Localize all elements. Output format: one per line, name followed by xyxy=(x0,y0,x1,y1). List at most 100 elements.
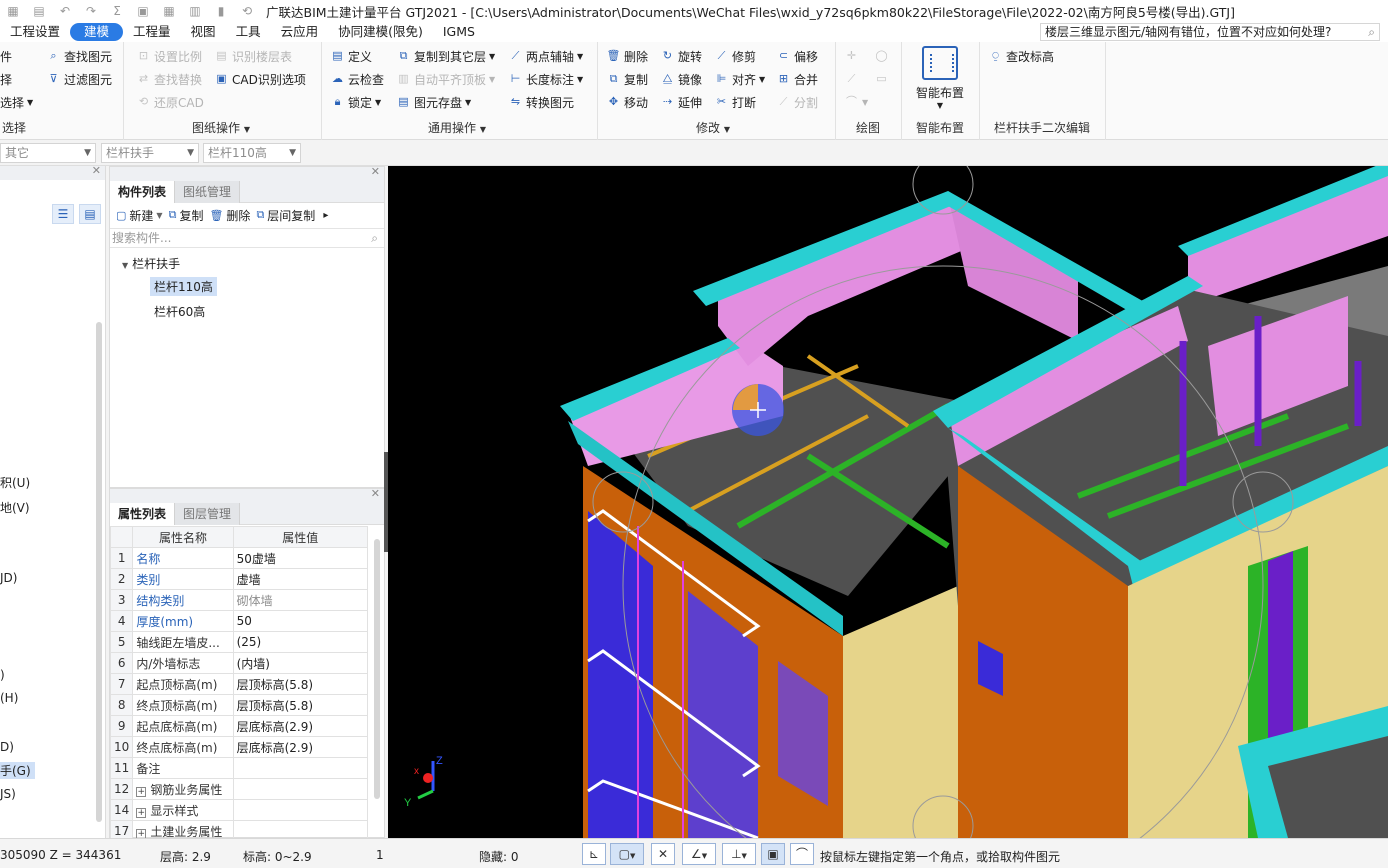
property-row[interactable]: 14 + 显示样式 xyxy=(109,799,369,821)
tree-item[interactable]: JS) xyxy=(0,787,16,801)
menu-modeling[interactable]: 建模 xyxy=(70,23,124,41)
tree-item[interactable]: (H) xyxy=(0,691,18,705)
menu-view[interactable]: 视图 xyxy=(181,23,226,41)
delete-component-button[interactable]: 🗑︎ 删除 xyxy=(209,207,250,224)
break-button[interactable]: ✂ 打断 xyxy=(714,92,756,112)
set-scale-button[interactable]: ⊡ 设置比例 xyxy=(136,46,202,66)
split-button[interactable]: ⟋ 分割 xyxy=(776,92,818,112)
sum-icon[interactable]: Σ xyxy=(109,4,125,18)
property-value[interactable] xyxy=(232,778,369,800)
expand-icon[interactable]: + xyxy=(136,807,147,818)
property-row[interactable]: 11 备注 xyxy=(109,757,369,779)
property-row[interactable]: 8 终点顶标高(m) 层顶标高(5.8) xyxy=(109,694,369,716)
copy-component-button[interactable]: ⧉ 复制 xyxy=(169,207,204,224)
layer-icon[interactable]: ▥ xyxy=(187,4,203,18)
define-button[interactable]: ▤ 定义 xyxy=(330,46,372,66)
property-row[interactable]: 6 内/外墙标志 (内墙) xyxy=(109,652,369,674)
search-icon[interactable]: ⌕ xyxy=(1368,24,1375,40)
tree-item[interactable]: 积(U) xyxy=(0,474,30,491)
tree-item-railing-60[interactable]: 栏杆60高 xyxy=(154,303,205,320)
smart-layout-button[interactable]: 智能布置 ▼ xyxy=(908,46,972,110)
scrollbar[interactable] xyxy=(374,539,380,799)
lock-button[interactable]: 🔒︎ 锁定 ▼ xyxy=(330,92,382,112)
tree-item-railing-110[interactable]: 栏杆110高 xyxy=(150,277,217,296)
property-value[interactable]: 虚墙 xyxy=(232,568,369,590)
save-icon[interactable]: ▤ xyxy=(31,4,47,18)
new-component-button[interactable]: ▢ 新建 ▼ xyxy=(116,207,163,224)
arc-toggle[interactable]: ⌒ xyxy=(790,843,814,865)
tab-drawing-manage[interactable]: 图纸管理 xyxy=(175,181,241,203)
menu-collab[interactable]: 协同建模(限免) xyxy=(328,23,433,41)
column-icon[interactable]: ▮ xyxy=(213,4,229,18)
help-search-box[interactable]: 楼层三维显示图元/轴网有错位，位置不对应如何处理? ⌕ xyxy=(1040,23,1380,41)
property-value[interactable]: 50虚墙 xyxy=(232,547,369,569)
property-value[interactable] xyxy=(232,757,369,779)
select-button-1[interactable]: 件 xyxy=(0,46,12,66)
close-icon[interactable]: ✕ xyxy=(92,164,101,177)
property-value[interactable]: 层底标高(2.9) xyxy=(232,736,369,758)
property-value[interactable]: 层底标高(2.9) xyxy=(232,715,369,737)
restore-cad-button[interactable]: ⟲ 还原CAD xyxy=(136,92,204,112)
tab-layer-manage[interactable]: 图层管理 xyxy=(175,503,241,525)
batch-select-button[interactable]: 选择 ▼ xyxy=(0,92,33,112)
merge-button[interactable]: ⊞ 合并 xyxy=(776,69,818,89)
property-row[interactable]: 12 + 钢筋业务属性 xyxy=(109,778,369,800)
component-search-input[interactable]: 搜索构件... ⌕ xyxy=(110,228,384,248)
tree-parent-railing[interactable]: ▼ 栏杆扶手 xyxy=(122,255,180,272)
angle-toggle[interactable]: ∠▼ xyxy=(682,843,716,865)
sync-icon[interactable]: ⟲ xyxy=(239,4,255,18)
redo-icon[interactable]: ↷ xyxy=(83,4,99,18)
display-toggle[interactable]: ▣ xyxy=(761,843,785,865)
tree-item[interactable]: ) xyxy=(0,668,5,682)
offset-button[interactable]: ⊂ 偏移 xyxy=(776,46,818,66)
delete-button[interactable]: 🗑︎ 删除 xyxy=(606,46,649,66)
check-elevation-button[interactable]: ⍜ 查改标高 xyxy=(988,46,1054,66)
find-element-button[interactable]: ⌕ 查找图元 xyxy=(46,46,112,66)
length-dimension-button[interactable]: ⊢ 长度标注 ▼ xyxy=(508,69,583,89)
property-row[interactable]: 7 起点顶标高(m) 层顶标高(5.8) xyxy=(109,673,369,695)
undo-icon[interactable]: ↶ xyxy=(57,4,73,18)
align-button[interactable]: ⊫ 对齐 ▼ xyxy=(714,69,765,89)
draw-arc-button[interactable]: ⌒ ▼ xyxy=(844,92,868,112)
expand-icon[interactable]: + xyxy=(136,786,147,797)
property-value[interactable] xyxy=(232,799,369,821)
property-value[interactable]: (25) xyxy=(232,631,369,653)
cad-options-button[interactable]: ▣ CAD识别选项 xyxy=(214,69,306,89)
element-save-button[interactable]: ▤ 图元存盘 ▼ xyxy=(396,92,471,112)
property-value[interactable]: 50 xyxy=(232,610,369,632)
property-row[interactable]: 9 起点底标高(m) 层底标高(2.9) xyxy=(109,715,369,737)
menu-project-settings[interactable]: 工程设置 xyxy=(0,23,70,41)
property-row[interactable]: 5 轴线距左墙皮... (25) xyxy=(109,631,369,653)
more-icon[interactable]: ▸ xyxy=(323,210,328,221)
tree-item[interactable]: D) xyxy=(0,740,14,754)
draw-point-button[interactable]: ✛ xyxy=(844,46,862,66)
search-icon[interactable]: ⌕ xyxy=(371,229,378,247)
menu-quantity[interactable]: 工程量 xyxy=(123,23,181,41)
convert-element-button[interactable]: ⇋ 转换图元 xyxy=(508,92,574,112)
menu-cloud[interactable]: 云应用 xyxy=(271,23,329,41)
close-icon[interactable]: ✕ xyxy=(371,487,380,500)
report-icon[interactable]: ▣ xyxy=(135,4,151,18)
component-select[interactable]: 栏杆110高 ▼ xyxy=(203,143,301,163)
menu-tools[interactable]: 工具 xyxy=(226,23,271,41)
auto-align-slab-button[interactable]: ▥ 自动平齐顶板 ▼ xyxy=(396,69,495,89)
property-value[interactable]: 砌体墙 xyxy=(232,589,369,611)
property-value[interactable]: (内墙) xyxy=(232,652,369,674)
draw-rect-button[interactable]: ▭ xyxy=(874,69,892,89)
property-row[interactable]: 1 名称 50虚墙 xyxy=(109,547,369,569)
scrollbar[interactable] xyxy=(96,322,102,822)
tree-item[interactable]: JD) xyxy=(0,571,17,585)
filter-element-button[interactable]: ⊽ 过滤图元 xyxy=(46,69,112,89)
two-point-axis-button[interactable]: ⟋ 两点辅轴 ▼ xyxy=(508,46,584,66)
find-replace-button[interactable]: ⇄ 查找替换 xyxy=(136,69,202,89)
property-value[interactable]: 层顶标高(5.8) xyxy=(232,694,369,716)
tree-item[interactable]: 地(V) xyxy=(0,499,30,516)
move-button[interactable]: ✥ 移动 xyxy=(606,92,648,112)
tab-property-list[interactable]: 属性列表 xyxy=(110,503,176,525)
tab-component-list[interactable]: 构件列表 xyxy=(110,181,176,203)
property-row[interactable]: 3 结构类别 砌体墙 xyxy=(109,589,369,611)
mirror-button[interactable]: ⧋ 镜像 xyxy=(660,69,702,89)
extend-button[interactable]: ⇢ 延伸 xyxy=(660,92,702,112)
tree-item-selected[interactable]: 手(G) xyxy=(0,762,35,779)
property-row[interactable]: 2 类别 虚墙 xyxy=(109,568,369,590)
